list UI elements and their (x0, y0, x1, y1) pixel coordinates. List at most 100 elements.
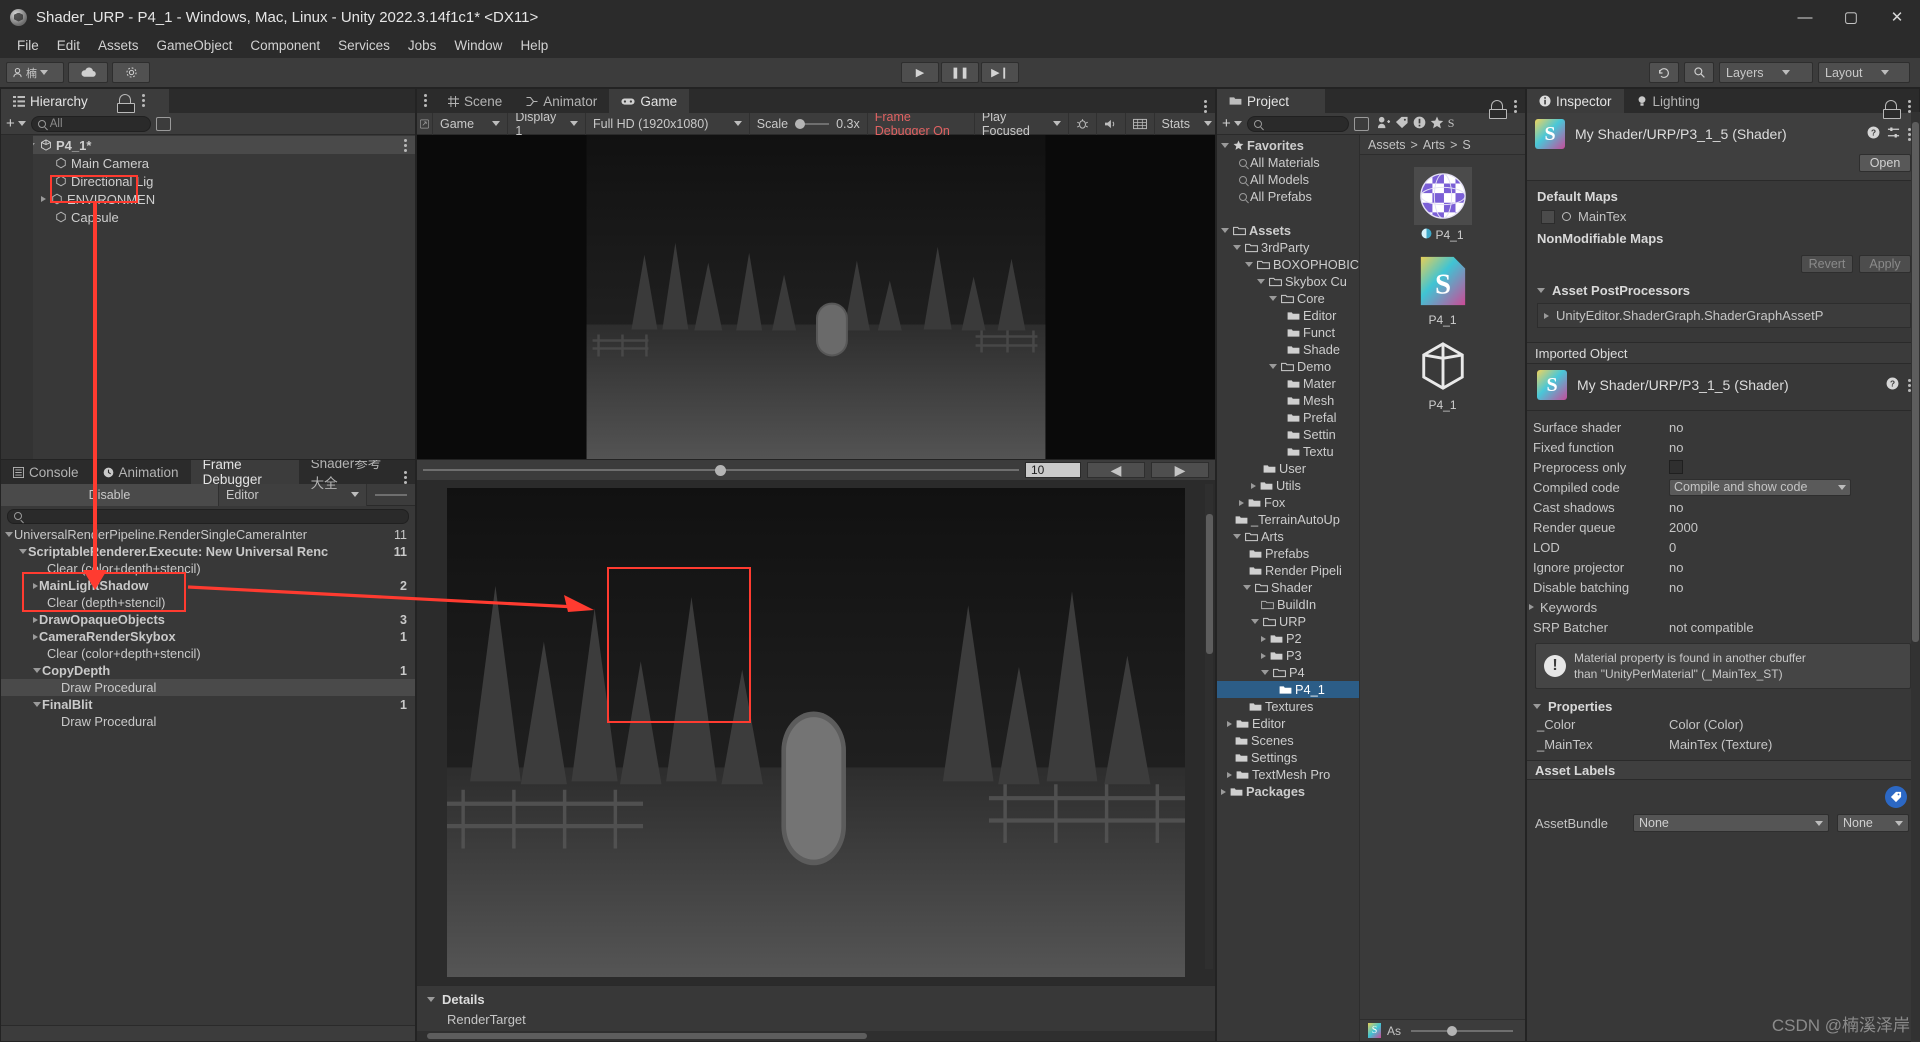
fd-row[interactable]: CameraRenderSkybox 1 (1, 628, 415, 645)
project-row-favorites[interactable]: Favorites (1217, 137, 1359, 154)
thumbnail-size-slider[interactable] (1411, 1025, 1513, 1036)
chevron-down-icon[interactable] (1269, 296, 1277, 301)
help-icon[interactable]: ? (1886, 377, 1899, 393)
open-button[interactable]: Open (1859, 154, 1911, 172)
project-row-shader[interactable]: Shader (1217, 579, 1359, 596)
play-button[interactable]: ▶ (901, 62, 939, 83)
project-row-textures-demo[interactable]: Textu (1217, 443, 1359, 460)
preprocess-only-checkbox[interactable] (1669, 460, 1683, 474)
fd-row[interactable]: Clear (color+depth+stencil) (1, 560, 415, 577)
history-button[interactable] (1649, 62, 1679, 83)
game-view-dropdown[interactable]: Game (433, 112, 509, 135)
maintex-swatch[interactable] (1541, 209, 1555, 224)
gizmos-toggle[interactable] (1126, 112, 1155, 135)
chevron-right-icon[interactable] (1239, 499, 1244, 506)
project-row-terrainautoupgrade[interactable]: _TerrainAutoUp (1217, 511, 1359, 528)
chevron-down-icon[interactable] (1243, 585, 1251, 590)
frame-slider[interactable] (423, 465, 1019, 476)
fd-row[interactable]: MainLightShadow 2 (1, 577, 415, 594)
chevron-right-icon[interactable] (1261, 635, 1266, 642)
fd-row[interactable]: FinalBlit 1 (1, 696, 415, 713)
lock-icon[interactable] (1489, 100, 1507, 119)
asset-item-mesh[interactable]: P4_1 (1407, 337, 1479, 412)
project-row-textmesh-pro[interactable]: TextMesh Pro (1217, 766, 1359, 783)
chevron-down-icon[interactable] (5, 532, 13, 537)
maximize-button[interactable]: ▢ (1828, 0, 1874, 34)
menu-item-assets[interactable]: Assets (89, 34, 148, 58)
project-search-input[interactable] (1246, 115, 1349, 132)
preset-icon[interactable] (1887, 126, 1900, 142)
breadcrumb-assets[interactable]: Assets (1368, 138, 1406, 152)
search-scope-icon[interactable] (155, 116, 171, 131)
project-row-3rdparty[interactable]: 3rdParty (1217, 239, 1359, 256)
layout-dropdown[interactable]: Layout (1818, 62, 1910, 83)
hierarchy-search-input[interactable]: All (30, 115, 151, 132)
project-row-p2[interactable]: P2 (1217, 630, 1359, 647)
inspector-vscrollbar[interactable] (1911, 112, 1920, 1042)
chevron-right-icon[interactable] (33, 633, 38, 640)
project-row-p4_1[interactable]: P4_1 (1217, 681, 1359, 698)
expand-icon[interactable] (417, 112, 433, 135)
project-row-settings[interactable]: Settings (1217, 749, 1359, 766)
project-row-materials[interactable]: Mater (1217, 375, 1359, 392)
gizmos-dropdown[interactable] (1197, 113, 1215, 135)
project-row-boxophobic[interactable]: BOXOPHOBIC (1217, 256, 1359, 273)
frame-debugger-tree[interactable]: UniversalRenderPipeline.RenderSingleCame… (1, 526, 415, 1025)
properties-header[interactable]: Properties (1527, 699, 1919, 714)
asset-item-shadergraph[interactable]: S P4_1 (1407, 252, 1479, 327)
project-row-shaders[interactable]: Shade (1217, 341, 1359, 358)
tab-project[interactable]: Project (1217, 89, 1325, 113)
prop-row-compiled-code[interactable]: Compiled code Compile and show code (1527, 477, 1919, 497)
project-row-p4[interactable]: P4 (1217, 664, 1359, 681)
project-row-functions[interactable]: Funct (1217, 324, 1359, 341)
project-row-editor[interactable]: Editor (1217, 307, 1359, 324)
settings-button[interactable] (112, 62, 150, 83)
pause-button[interactable]: ❚❚ (941, 62, 979, 83)
frame-number-input[interactable]: 10 (1025, 462, 1081, 478)
project-row-settings-demo[interactable]: Settin (1217, 426, 1359, 443)
label-tag-icon[interactable] (1885, 786, 1907, 809)
frame-debugger-search-input[interactable] (7, 508, 409, 524)
project-tree[interactable]: Favorites All Materials All Models All P… (1217, 135, 1359, 1041)
project-row-utils[interactable]: Utils (1217, 477, 1359, 494)
menu-item-gameobject[interactable]: GameObject (148, 34, 242, 58)
tab-lighting[interactable]: Lighting (1623, 89, 1712, 113)
compiled-code-dropdown[interactable]: Compile and show code (1669, 478, 1851, 496)
tab-shader-reference[interactable]: Shader参考大全 (298, 460, 403, 491)
chevron-right-icon[interactable] (1227, 771, 1232, 778)
project-row-textures[interactable]: Textures (1217, 698, 1359, 715)
chevron-right-icon[interactable] (1544, 312, 1549, 319)
project-row-assets[interactable]: Assets (1217, 222, 1359, 239)
scale-track[interactable] (795, 118, 830, 129)
inspector-content[interactable]: S My Shader/URP/P3_1_5 (Shader) ? Open D… (1527, 112, 1920, 1042)
close-button[interactable]: ✕ (1874, 0, 1920, 34)
hierarchy-row-main-camera[interactable]: Main Camera (1, 154, 415, 172)
fd-row[interactable]: Clear (depth+stencil) (1, 594, 415, 611)
display-dropdown[interactable]: Display 1 (508, 110, 587, 138)
frame-preview-viewport[interactable] (417, 480, 1215, 985)
next-frame-button[interactable]: ▶ (1151, 462, 1209, 478)
project-row-scenes[interactable]: Scenes (1217, 732, 1359, 749)
assetbundle-dropdown[interactable]: None (1633, 814, 1829, 833)
stats-toggle[interactable]: Stats (1155, 113, 1198, 135)
layers-dropdown[interactable]: Layers (1719, 62, 1813, 83)
create-menu-button[interactable]: + (6, 115, 26, 132)
more-options-icon[interactable] (403, 471, 407, 484)
preview-hscrollbar[interactable] (417, 1031, 1215, 1041)
apply-button[interactable]: Apply (1859, 255, 1911, 273)
fd-row[interactable]: Draw Procedural (1, 713, 415, 730)
menu-item-edit[interactable]: Edit (48, 34, 89, 58)
help-icon[interactable]: ? (1867, 126, 1880, 142)
project-row-all-materials[interactable]: All Materials (1217, 154, 1359, 171)
chevron-right-icon[interactable] (1227, 720, 1232, 727)
hierarchy-row-capsule[interactable]: Capsule (1, 208, 415, 226)
project-row-meshes[interactable]: Mesh (1217, 392, 1359, 409)
more-options-icon[interactable] (1513, 100, 1517, 113)
tab-frame-debugger[interactable]: Frame Debugger (190, 460, 299, 487)
project-row-prefabs-demo[interactable]: Prefal (1217, 409, 1359, 426)
tab-animation[interactable]: Animation (90, 460, 191, 484)
search-button[interactable] (1684, 62, 1714, 83)
play-focused-dropdown[interactable]: Play Focused (975, 110, 1069, 138)
more-options-icon[interactable] (1203, 100, 1207, 113)
menu-item-services[interactable]: Services (329, 34, 399, 58)
